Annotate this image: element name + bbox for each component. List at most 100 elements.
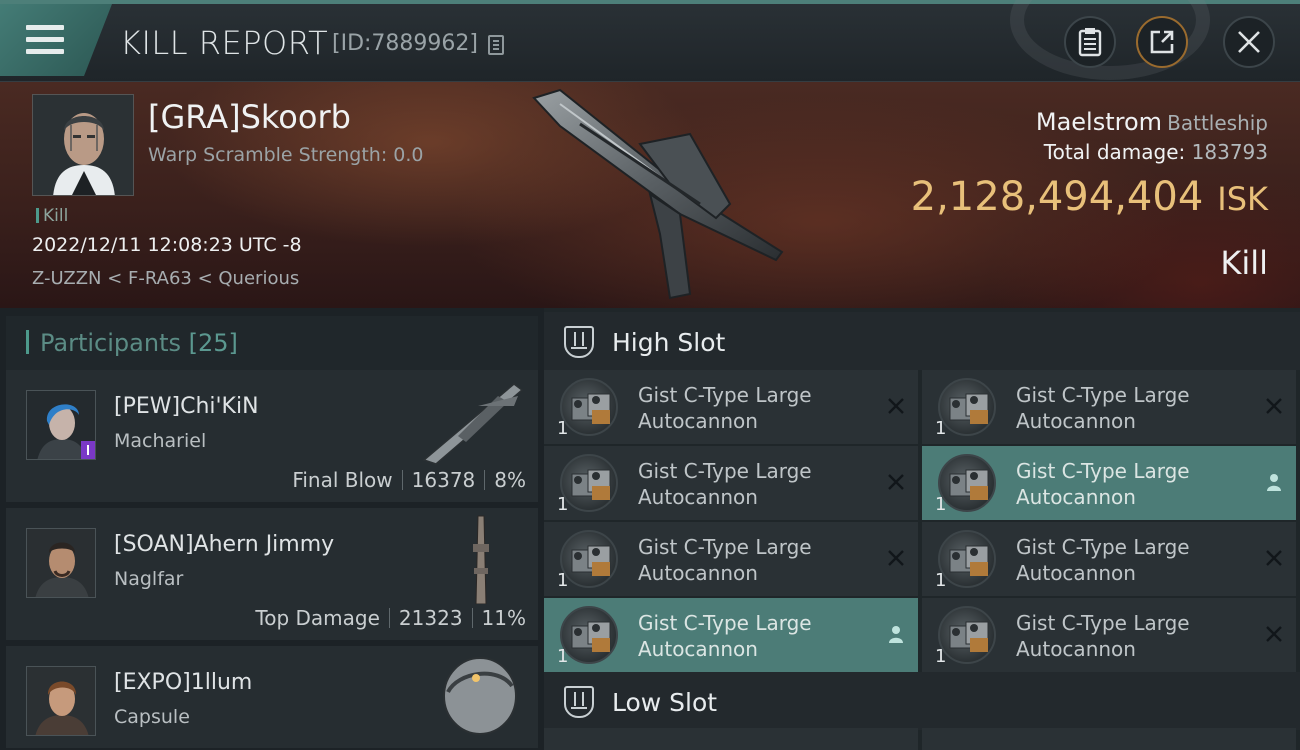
autocannon-icon (938, 378, 996, 436)
clipboard-button[interactable] (1064, 16, 1116, 68)
victim-ship-image (532, 88, 784, 300)
destroyed-x-icon (1266, 626, 1282, 642)
close-icon (1238, 31, 1260, 53)
participant-percent: 8% (494, 468, 526, 492)
module-quantity: 1 (935, 570, 947, 591)
total-damage-label: Total damage: (1043, 140, 1186, 164)
destroyed-x-icon (888, 474, 904, 490)
close-button[interactable] (1223, 16, 1275, 68)
total-damage-value: 183793 (1191, 140, 1268, 164)
participant-avatar (26, 666, 96, 736)
participants-label: Participants (40, 329, 181, 357)
dropped-person-icon (889, 626, 903, 643)
autocannon-icon (560, 606, 618, 664)
victim-portrait[interactable] (32, 94, 134, 196)
high-slot-module[interactable]: 1 Gist C-Type Large Autocannon (544, 446, 918, 520)
autocannon-icon (560, 378, 618, 436)
ship-name: Maelstrom (1035, 108, 1163, 136)
share-button[interactable] (1136, 16, 1188, 68)
module-quantity: 1 (557, 646, 569, 667)
result-label: Kill (1220, 244, 1268, 282)
participant-ship: Capsule (114, 706, 190, 728)
copy-id-icon[interactable] (488, 35, 504, 55)
module-name: Gist C-Type Large Autocannon (1016, 611, 1190, 661)
warp-scramble-strength: Warp Scramble Strength: 0.0 (148, 144, 424, 166)
isk-unit: ISK (1217, 180, 1268, 218)
destroyed-x-icon (1266, 398, 1282, 414)
participant-ship-image (422, 383, 524, 465)
module-quantity: 1 (557, 570, 569, 591)
high-slot-icon (564, 326, 594, 358)
participant-damage: 16378 (411, 468, 476, 492)
kill-location[interactable]: Z-UZZN < F-RA63 < Querious (32, 268, 299, 289)
ship-class: Battleship (1167, 111, 1268, 135)
module-quantity: 1 (935, 646, 947, 667)
participant-damage: 21323 (398, 606, 463, 630)
module-quantity: 1 (935, 418, 947, 439)
report-id: [ID:7889962] (332, 31, 478, 56)
participant-name: [SOAN]Ahern Jimmy (114, 532, 335, 557)
page-title: KILL REPORT (120, 24, 329, 62)
autocannon-icon (560, 530, 618, 588)
participants-count: [25] (188, 329, 238, 357)
module-quantity: 1 (557, 494, 569, 515)
high-slot-module[interactable]: 1 Gist C-Type Large Autocannon (544, 598, 918, 672)
isk-value-line: 2,128,494,404 ISK (911, 174, 1268, 220)
kill-tag: Kill (36, 206, 68, 226)
high-slot-module[interactable]: 1 Gist C-Type Large Autocannon (922, 598, 1296, 672)
autocannon-icon (938, 454, 996, 512)
menu-button[interactable] (0, 4, 112, 76)
participant-ship-image (473, 515, 489, 604)
high-slot-module[interactable]: 1 Gist C-Type Large Autocannon (922, 370, 1296, 444)
high-slot-module[interactable]: 1 Gist C-Type Large Autocannon (544, 522, 918, 596)
autocannon-icon (560, 454, 618, 512)
participant-role: Final Blow (292, 468, 393, 492)
module-name: Gist C-Type Large Autocannon (638, 611, 812, 661)
participant-avatar (26, 390, 96, 460)
high-slot-module[interactable]: 1 Gist C-Type Large Autocannon (922, 446, 1296, 520)
module-name: Gist C-Type Large Autocannon (638, 535, 812, 585)
module-name: Gist C-Type Large Autocannon (638, 459, 812, 509)
participant-name: [PEW]Chi'KiN (114, 394, 259, 419)
low-slot-icon (564, 686, 594, 718)
top-bar: KILL REPORT [ID:7889962] (0, 0, 1300, 82)
low-slot-title: Low Slot (612, 688, 718, 717)
participant-percent: 11% (481, 606, 526, 630)
destroyed-x-icon (888, 398, 904, 414)
hamburger-icon (26, 25, 64, 55)
high-slot-header: High Slot (544, 312, 1300, 370)
module-name: Gist C-Type Large Autocannon (1016, 459, 1190, 509)
participant-card[interactable]: [PEW]Chi'KiN Machariel Final Blow 16378 8% (6, 370, 538, 504)
participant-card[interactable]: [EXPO]1llum Capsule (6, 646, 538, 750)
high-slot-title: High Slot (612, 328, 726, 357)
share-icon (1150, 30, 1174, 54)
participant-avatar (26, 528, 96, 598)
high-slot-module[interactable]: 1 Gist C-Type Large Autocannon (922, 522, 1296, 596)
fitting-panel: High Slot 1 Gist C-Type Large Autocannon 1… (544, 308, 1300, 750)
participant-stats: Final Blow 16378 8% (292, 468, 526, 492)
total-damage: Total damage: 183793 (1044, 140, 1268, 164)
participant-card[interactable]: [SOAN]Ahern Jimmy Naglfar Top Damage 2132… (6, 508, 538, 642)
clipboard-icon (1078, 28, 1102, 57)
destroyed-x-icon (888, 550, 904, 566)
victim-banner: [GRA]Skoorb Warp Scramble Strength: 0.0 … (0, 82, 1300, 308)
low-slot-header: Low Slot (544, 672, 1300, 730)
module-quantity: 1 (557, 418, 569, 439)
participants-title: Participants [25] (40, 329, 238, 357)
participant-name: [EXPO]1llum (114, 670, 253, 695)
participants-panel: Participants [25] [PEW]Chi'KiN Machariel… (0, 308, 544, 750)
module-name: Gist C-Type Large Autocannon (638, 383, 812, 433)
high-slot-module[interactable]: 1 Gist C-Type Large Autocannon (544, 370, 918, 444)
participant-ship: Naglfar (114, 568, 184, 590)
victim-name[interactable]: [GRA]Skoorb (148, 98, 351, 136)
low-slot-module[interactable] (922, 728, 1296, 750)
participant-stats: Top Damage 21323 11% (255, 606, 526, 630)
dropped-person-icon (1267, 474, 1281, 491)
low-slot-module[interactable] (544, 728, 918, 750)
participant-ship: Machariel (114, 430, 207, 452)
participants-header[interactable]: Participants [25] (6, 316, 538, 370)
victim-ship[interactable]: Maelstrom Battleship (1036, 108, 1268, 136)
participant-ship-image (443, 657, 517, 735)
module-name: Gist C-Type Large Autocannon (1016, 535, 1190, 585)
module-quantity: 1 (935, 494, 947, 515)
